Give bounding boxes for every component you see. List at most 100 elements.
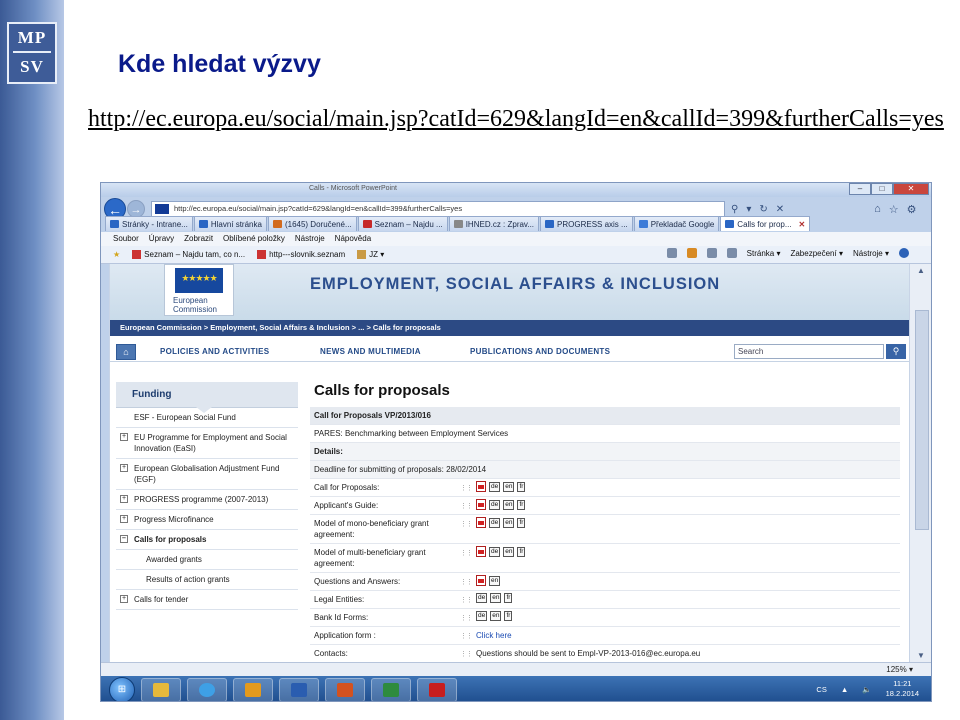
lang-fr-button[interactable]: fr [517, 481, 526, 492]
lang-en-button[interactable]: en [503, 481, 515, 492]
help-icon[interactable] [899, 248, 909, 258]
clock[interactable]: 11:21 18.2.2014 [886, 679, 919, 699]
gear-icon[interactable]: ⚙ [907, 203, 917, 216]
lang-en-button[interactable]: en [490, 593, 502, 603]
ec-logo[interactable]: ★★★★★ European Commission [164, 264, 234, 316]
expand-icon: + [120, 515, 128, 523]
menu-soubor[interactable]: Soubor [113, 232, 139, 246]
lang-en-button[interactable]: en [490, 611, 502, 621]
breadcrumb[interactable]: European Commission > Employment, Social… [110, 320, 909, 336]
lang-de-button[interactable]: de [476, 593, 488, 603]
minimize-button[interactable]: – [849, 183, 871, 195]
tab-mail[interactable]: (1645) Doručené... [267, 216, 357, 231]
pdf-icon[interactable] [476, 575, 486, 586]
search-input[interactable]: Search [734, 344, 884, 359]
home-icon[interactable]: ⌂ [874, 203, 881, 216]
taskbar-acrobat[interactable] [417, 677, 457, 701]
pdf-icon[interactable] [476, 517, 486, 528]
lang-fr-button[interactable]: fr [504, 611, 513, 621]
contacts-text[interactable]: Questions should be sent to Empl-VP-2013… [476, 648, 700, 659]
volume-icon[interactable]: 🔈 [862, 685, 871, 694]
lang-en-button[interactable]: en [503, 517, 515, 528]
tray-arrow-icon[interactable]: ▲ [841, 685, 848, 694]
sidebar-item-microfinance[interactable]: + Progress Microfinance [116, 510, 298, 530]
dropdown-icon[interactable]: ▾ [746, 204, 751, 215]
taskbar-ie[interactable] [187, 677, 227, 701]
sidebar-item-awarded[interactable]: Awarded grants [116, 550, 298, 570]
tab-ihned[interactable]: IHNED.cz : Zprav... [448, 216, 540, 231]
lang-fr-button[interactable]: fr [517, 517, 526, 528]
scrollbar-thumb[interactable] [915, 310, 929, 530]
menu-upravy[interactable]: Úpravy [149, 232, 174, 246]
sidebar-item-progress[interactable]: + PROGRESS programme (2007-2013) [116, 490, 298, 510]
print-icon[interactable] [726, 248, 737, 258]
click-here-link[interactable]: Click here [476, 630, 512, 641]
home-icon[interactable] [666, 248, 677, 258]
mail-icon[interactable] [706, 248, 717, 258]
lang-fr-button[interactable]: fr [504, 593, 513, 603]
menu-stranka[interactable]: Stránka ▾ [747, 249, 781, 258]
taskbar-powerpoint[interactable] [325, 677, 365, 701]
search-button[interactable]: ⚲ [886, 344, 906, 359]
menu-oblibene[interactable]: Oblíbené položky [223, 232, 285, 246]
menu-zabezpeceni[interactable]: Zabezpečení ▾ [790, 249, 843, 258]
nav-publications[interactable]: PUBLICATIONS AND DOCUMENTS [470, 347, 610, 356]
taskbar-word[interactable] [279, 677, 319, 701]
sidebar-item-tender[interactable]: + Calls for tender [116, 590, 298, 610]
tab-intranet[interactable]: Stránky - Intrane... [105, 216, 193, 231]
lang-de-button[interactable]: de [476, 611, 488, 621]
lang-fr-button[interactable]: fr [517, 546, 526, 557]
lang-en-button[interactable]: en [489, 575, 501, 586]
rss-icon[interactable] [686, 248, 697, 258]
home-button[interactable]: ⌂ [116, 344, 136, 360]
vertical-scrollbar[interactable]: ▲ ▼ [909, 264, 931, 662]
maximize-button[interactable]: □ [871, 183, 893, 195]
pdf-icon[interactable] [476, 499, 486, 510]
menu-nastroje[interactable]: Nástroje [295, 232, 325, 246]
address-field[interactable]: http://ec.europa.eu/social/main.jsp?catI… [151, 201, 725, 217]
lang-de-button[interactable]: de [489, 546, 501, 557]
menu-napoveda[interactable]: Nápověda [335, 232, 371, 246]
close-tab-icon[interactable]: ✕ [799, 218, 806, 231]
sidebar-item-egf[interactable]: + European Globalisation Adjustment Fund … [116, 459, 298, 490]
tab-hlavni[interactable]: Hlavní stránka [193, 216, 267, 231]
menu-nastroje-right[interactable]: Nástroje ▾ [853, 249, 889, 258]
tab-calls[interactable]: Calls for prop... ✕ [720, 216, 811, 231]
tab-progress[interactable]: PROGRESS axis ... [540, 216, 633, 231]
start-button[interactable]: ⊞ [109, 676, 135, 701]
sidebar-item-easi[interactable]: + EU Programme for Employment and Social … [116, 428, 298, 459]
expand-icon: + [120, 433, 128, 441]
lang-fr-button[interactable]: fr [517, 499, 526, 510]
lang-de-button[interactable]: de [489, 481, 501, 492]
lang-de-button[interactable]: de [489, 499, 501, 510]
menu-zobrazit[interactable]: Zobrazit [184, 232, 213, 246]
search-icon[interactable]: ⚲ [731, 204, 738, 215]
sidebar-item-results[interactable]: Results of action grants [116, 570, 298, 590]
tab-translator[interactable]: Překladač Google [633, 216, 720, 231]
tab-seznam[interactable]: Seznam – Najdu ... [357, 216, 448, 231]
lang-en-button[interactable]: en [503, 499, 515, 510]
close-button[interactable]: ✕ [893, 183, 929, 195]
taskbar-outlook[interactable] [233, 677, 273, 701]
fav-jz[interactable]: JZ ▾ [357, 250, 384, 259]
favorites-star-icon[interactable]: ☆ [889, 203, 899, 216]
favorites-star-icon[interactable]: ★ [113, 250, 120, 259]
stop-icon[interactable]: ✕ [776, 204, 784, 215]
zoom-level[interactable]: 125% ▾ [886, 665, 913, 674]
main-nav: ⌂ POLICIES AND ACTIVITIES NEWS AND MULTI… [110, 342, 909, 362]
sidebar-item-esf[interactable]: ESF - European Social Fund [116, 408, 298, 428]
fav-seznam[interactable]: Seznam – Najdu tam, co n... [132, 250, 245, 259]
language-indicator[interactable]: CS [816, 685, 826, 694]
pdf-icon[interactable] [476, 481, 486, 492]
refresh-icon[interactable]: ↻ [759, 204, 767, 215]
slide-url-link[interactable]: http://ec.europa.eu/social/main.jsp?catI… [88, 104, 948, 135]
taskbar-excel[interactable] [371, 677, 411, 701]
lang-de-button[interactable]: de [489, 517, 501, 528]
nav-news[interactable]: NEWS AND MULTIMEDIA [320, 347, 421, 356]
taskbar-explorer[interactable] [141, 677, 181, 701]
nav-policies[interactable]: POLICIES AND ACTIVITIES [160, 347, 269, 356]
lang-en-button[interactable]: en [503, 546, 515, 557]
pdf-icon[interactable] [476, 546, 486, 557]
sidebar-item-calls[interactable]: – Calls for proposals [116, 530, 298, 550]
fav-slovnik[interactable]: http---slovnik.seznam [257, 250, 345, 259]
